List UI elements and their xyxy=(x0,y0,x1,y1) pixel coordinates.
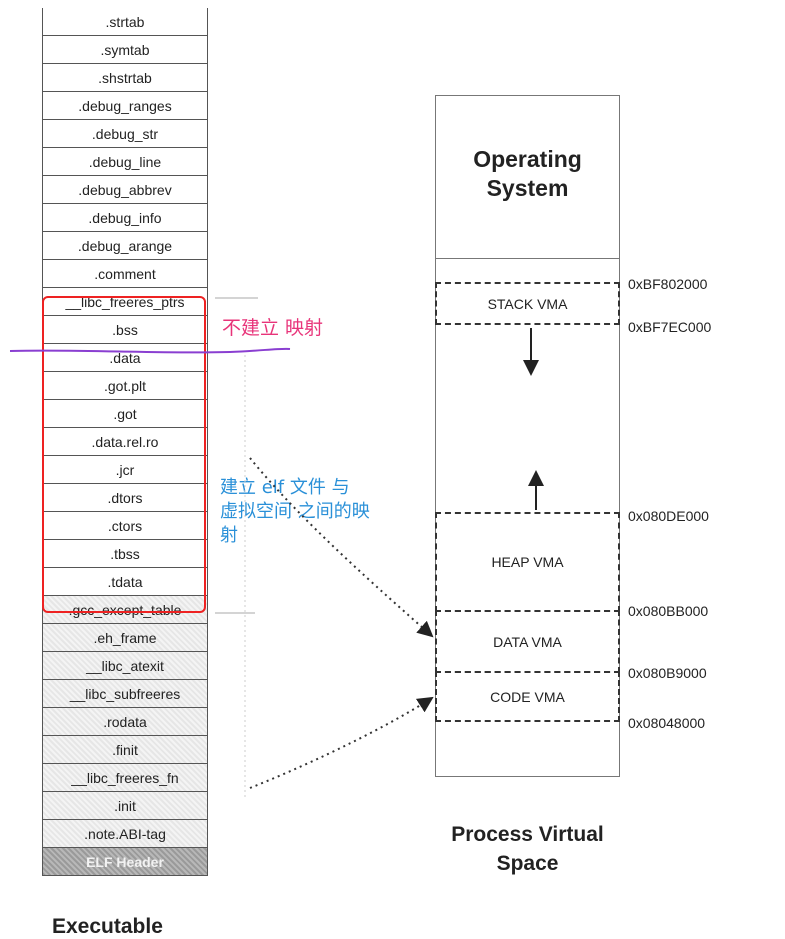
connector-overlay xyxy=(9,297,544,800)
handwritten-underline xyxy=(9,347,291,354)
code-mapping-arrow xyxy=(249,696,434,789)
data-mapping-arrow xyxy=(249,457,434,638)
